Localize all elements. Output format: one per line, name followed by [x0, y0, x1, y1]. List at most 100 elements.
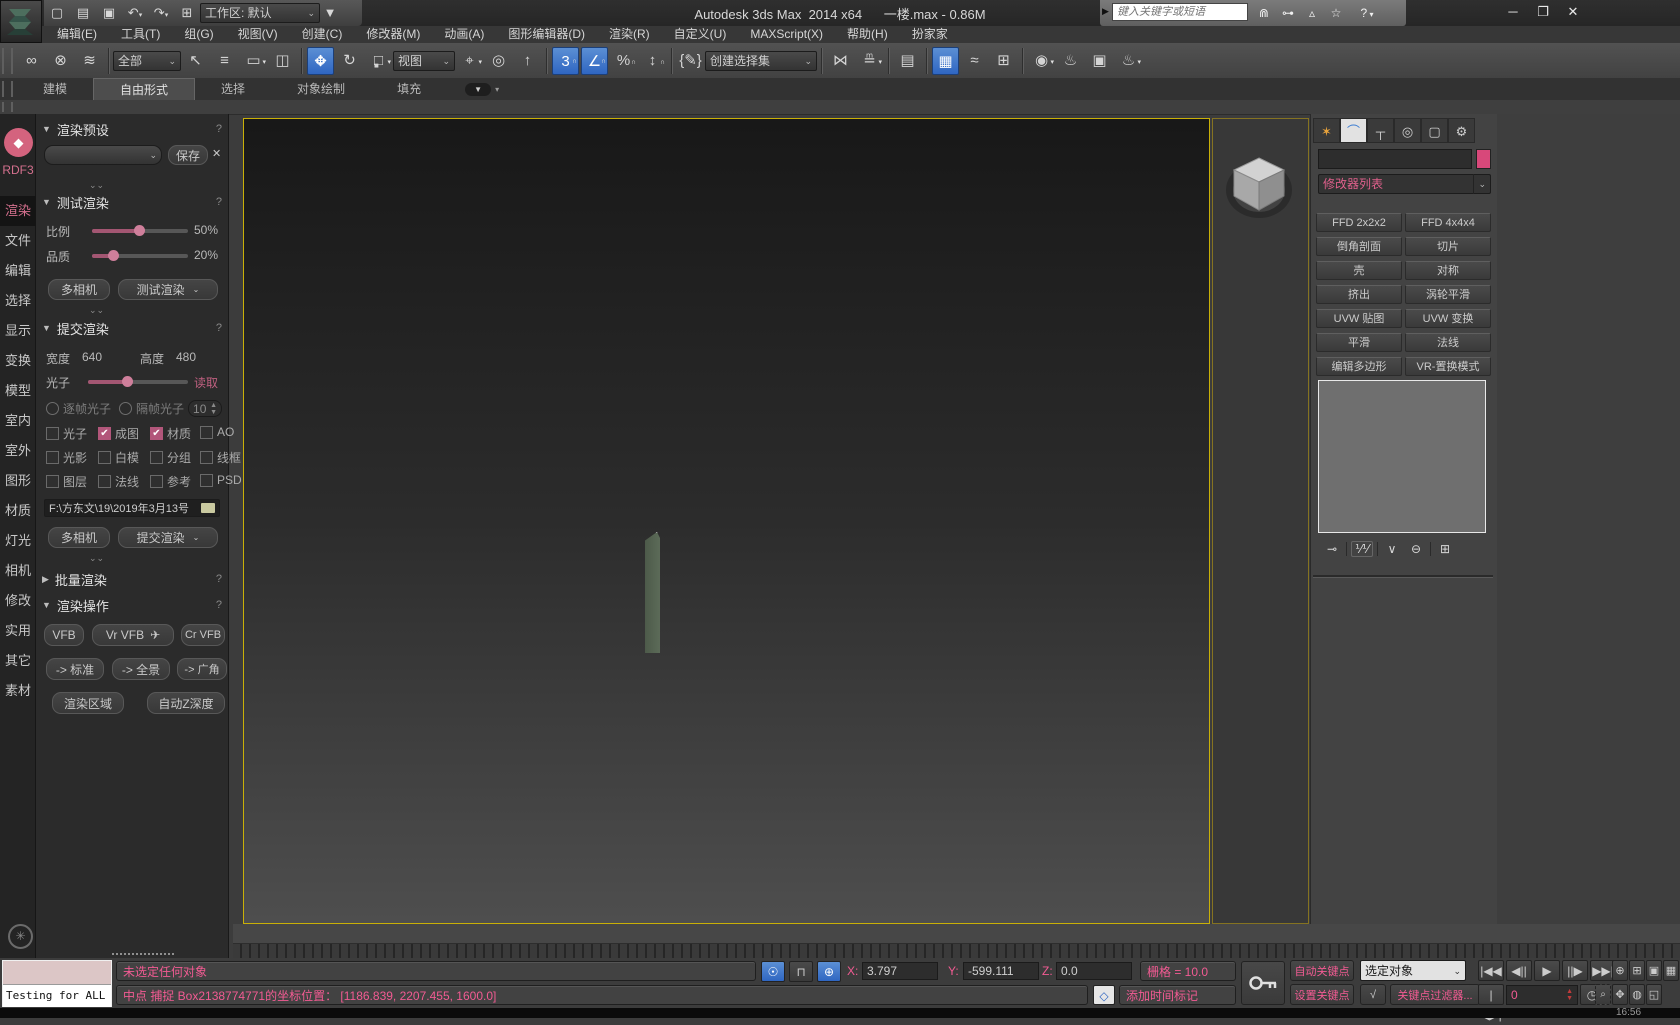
rdf3-logo-icon[interactable]: ◆	[4, 128, 33, 157]
isolate-selection-icon[interactable]: ☉	[761, 961, 785, 982]
sidebar-item-modify[interactable]: 修改	[0, 586, 36, 616]
section-batch-render[interactable]: ▶ 批量渲染 ?	[42, 571, 222, 587]
auto-key-button[interactable]: 自动关键点	[1290, 960, 1354, 981]
check-clay[interactable]: ✔白模	[98, 449, 139, 466]
set-key-mode-button[interactable]: 设置关键点	[1290, 984, 1354, 1005]
select-and-move-icon[interactable]: ✥↔↕	[307, 47, 334, 75]
vray-vfb-button[interactable]: Vr VFB ✈	[92, 624, 174, 646]
use-pivot-point-icon[interactable]: ⌖▾	[456, 47, 483, 75]
sidebar-item-model[interactable]: 模型	[0, 376, 36, 406]
checkbox-icon[interactable]: ✔	[98, 475, 111, 488]
menu-customize[interactable]: 自定义(U)	[662, 26, 739, 43]
check-shadow[interactable]: ✔光影	[46, 449, 87, 466]
section-collapse-icon[interactable]: ⌄⌄	[0, 180, 193, 191]
x-coord-field[interactable]: 3.797	[862, 962, 938, 980]
radio-interval[interactable]	[119, 402, 132, 415]
spinner-arrows-icon[interactable]: ▲▼	[210, 402, 217, 416]
subscription-key-icon[interactable]: ⊶	[1276, 3, 1300, 23]
tab-modify-icon[interactable]: ⌒	[1340, 118, 1367, 143]
checkbox-icon[interactable]: ✔	[200, 451, 213, 464]
scene-box-object[interactable]	[645, 532, 660, 653]
slider-knob[interactable]	[108, 250, 119, 261]
checkbox-icon[interactable]: ✔	[98, 451, 111, 464]
check-psd[interactable]: ✔PSD	[200, 473, 242, 487]
restore-icon[interactable]: ❐	[1528, 2, 1558, 22]
play-icon[interactable]: ▶	[1534, 960, 1560, 981]
select-and-rotate-icon[interactable]: ↻	[336, 47, 363, 75]
unlink-selection-icon[interactable]: ⊗	[47, 47, 74, 75]
material-editor-icon[interactable]: ◉▾	[1028, 47, 1055, 75]
sidebar-item-assets[interactable]: 素材	[0, 676, 36, 706]
set-key-big-button[interactable]	[1241, 961, 1285, 1005]
vfb-button[interactable]: VFB	[44, 624, 84, 646]
checkbox-icon[interactable]: ✔	[46, 475, 59, 488]
submit-render-button[interactable]: 提交渲染 ⌄	[118, 527, 218, 548]
ribbon-tab-populate[interactable]: 填充	[371, 78, 447, 100]
delete-preset-icon[interactable]: ✕	[212, 147, 221, 160]
modifier-symmetry-button[interactable]: 对称	[1405, 261, 1491, 280]
check-wireframe[interactable]: ✔线框	[200, 449, 241, 466]
output-path-field[interactable]: F:\方东文\19\2019年3月13号	[44, 499, 220, 517]
checkbox-icon[interactable]: ✔	[46, 451, 59, 464]
sidebar-item-material[interactable]: 材质	[0, 496, 36, 526]
render-setup-icon[interactable]: ♨	[1057, 47, 1084, 75]
y-coord-field[interactable]: -599.111	[963, 962, 1039, 980]
menu-tools[interactable]: 工具(T)	[109, 26, 172, 43]
ribbon-strip-grip[interactable]	[2, 102, 13, 112]
menu-banjiajia[interactable]: 扮家家	[900, 26, 960, 43]
ribbon-tab-selection[interactable]: 选择	[195, 78, 271, 100]
orbit-icon[interactable]: ◍	[1629, 984, 1645, 1005]
checkbox-icon[interactable]: ✔	[200, 426, 213, 439]
angle-snap-icon[interactable]: ∠∩	[581, 47, 608, 75]
menu-rendering[interactable]: 渲染(R)	[597, 26, 662, 43]
communication-center-icon[interactable]: ▵	[1300, 3, 1324, 23]
main-viewport[interactable]	[243, 118, 1210, 924]
listener-input[interactable]: Testing for ALL	[3, 985, 111, 1007]
check-reference[interactable]: ✔参考	[150, 473, 191, 490]
select-and-scale-icon[interactable]: □■▾	[365, 47, 392, 75]
key-filters-button[interactable]: 关键点过滤器...	[1390, 984, 1480, 1005]
window-crossing-icon[interactable]: ◫	[269, 47, 296, 75]
favorites-star-icon[interactable]: ☆	[1324, 3, 1348, 23]
select-and-manipulate-icon[interactable]: ◎	[485, 47, 512, 75]
selection-lock-icon[interactable]: ⊓	[789, 961, 813, 982]
modifier-stack-list[interactable]	[1318, 380, 1486, 533]
ribbon-tab-modeling[interactable]: 建模	[17, 78, 93, 100]
frame-spinner-icon[interactable]: ▲▼	[1566, 988, 1573, 1002]
edit-named-selection-sets-icon[interactable]: {✎}	[677, 47, 704, 75]
rectangular-selection-region-icon[interactable]: ▭▾	[240, 47, 267, 75]
slider-knob[interactable]	[122, 376, 133, 387]
save-preset-button[interactable]: 保存	[168, 145, 208, 165]
maxscript-mini-listener[interactable]: Testing for ALL	[2, 960, 112, 1007]
help-icon[interactable]: ? ▾	[1348, 3, 1386, 23]
sidebar-item-utility[interactable]: 实用	[0, 616, 36, 646]
open-file-icon[interactable]: ▤	[71, 2, 95, 24]
to-wide-angle-button[interactable]: -> 广角	[177, 658, 227, 680]
listener-macro-pane[interactable]	[3, 961, 111, 985]
ribbon-grip[interactable]	[2, 81, 13, 97]
modifier-normal-button[interactable]: 法线	[1405, 333, 1491, 352]
help-icon[interactable]: ?	[216, 322, 222, 334]
modifier-uvw-map-button[interactable]: UVW 贴图	[1316, 309, 1402, 328]
search-icon[interactable]: ⋒	[1252, 3, 1276, 23]
search-input[interactable]	[1112, 3, 1248, 21]
previous-frame-icon[interactable]: ◀||	[1506, 960, 1532, 981]
set-key-filters-curve-icon[interactable]: √	[1360, 984, 1386, 1005]
reference-coordsys-dropdown[interactable]: 视图 ⌄	[393, 51, 455, 71]
modifier-vray-displacement-button[interactable]: VR-置换模式	[1405, 357, 1491, 376]
sidebar-item-exterior[interactable]: 室外	[0, 436, 36, 466]
menu-edit[interactable]: 编辑(E)	[45, 26, 109, 43]
section-render-preset[interactable]: ▼ 渲染预设 ?	[42, 121, 222, 137]
section-collapse-icon[interactable]: ⌄⌄	[0, 553, 193, 564]
infocenter-arrow-icon[interactable]: ▶	[1102, 6, 1109, 17]
zoom-extents-icon[interactable]: ▣	[1646, 960, 1662, 981]
layer-manager-icon[interactable]: ▤	[894, 47, 921, 75]
object-color-swatch[interactable]	[1476, 149, 1491, 169]
to-panorama-button[interactable]: -> 全景	[112, 658, 170, 680]
checkbox-icon[interactable]: ✔	[98, 427, 111, 440]
photon-slider[interactable]	[88, 380, 188, 384]
sidebar-item-other[interactable]: 其它	[0, 646, 36, 676]
sidebar-item-render[interactable]: 渲染	[0, 196, 36, 226]
check-group[interactable]: ✔分组	[150, 449, 191, 466]
section-submit-render[interactable]: ▼ 提交渲染 ?	[42, 320, 222, 336]
